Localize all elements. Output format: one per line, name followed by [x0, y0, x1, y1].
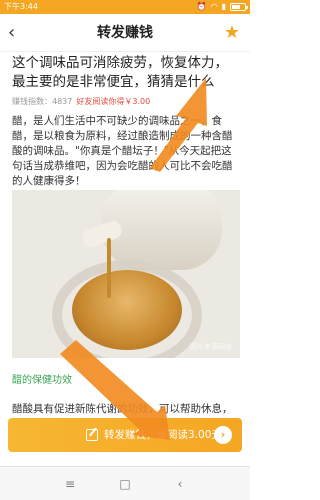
status-bar: 下午3:44 ⏰ ◠ ▮: [0, 0, 250, 14]
menu-icon[interactable]: ≡: [60, 467, 80, 500]
signal-icon: ▮: [221, 2, 226, 11]
nav-back-icon[interactable]: ‹: [170, 467, 190, 500]
article-content: 这个调味品可消除疲劳，恢复体力，最主要的是非常便宜，猜猜是什么 赚钱指数：483…: [12, 54, 240, 108]
status-icons: ⏰ ◠ ▮: [196, 0, 248, 14]
battery-icon: [230, 3, 248, 11]
reward-text: 好友阅读你得￥3.00: [76, 97, 151, 106]
article-image: 图片来源网络: [12, 190, 240, 358]
favorite-star-icon[interactable]: ★: [222, 23, 242, 43]
article-meta: 赚钱指数：4837 好友阅读你得￥3.00: [12, 96, 240, 108]
share-earn-label: 转发赚钱，每阅读3.00元: [104, 429, 222, 441]
app-header: ‹ 转发赚钱 ★: [0, 14, 250, 52]
edit-icon: [86, 429, 98, 441]
earning-index: 赚钱指数：4837: [12, 97, 73, 106]
article-intro: 醋，是人们生活中不可缺少的调味品之一，食醋，是以粮食为原料，经过酿造制成的一种含…: [12, 115, 233, 187]
wifi-icon: ◠: [210, 2, 218, 11]
home-icon[interactable]: □: [115, 467, 135, 500]
share-earn-button[interactable]: 转发赚钱，每阅读3.00元 ›: [8, 418, 242, 452]
article-intro-wrap: 醋，是人们生活中不可缺少的调味品之一，食醋，是以粮食为原料，经过酿造制成的一种含…: [12, 114, 240, 189]
page-title: 转发赚钱: [97, 25, 153, 41]
image-watermark: 图片来源网络: [190, 343, 232, 351]
alarm-icon: ⏰: [196, 2, 207, 11]
article-title: 这个调味品可消除疲劳，恢复体力，最主要的是非常便宜，猜猜是什么: [12, 55, 228, 90]
section-title: 醋的保健功效: [12, 375, 72, 386]
status-time: 下午3:44: [4, 2, 38, 11]
system-nav-bar: ≡ □ ‹: [0, 466, 250, 500]
go-arrow-icon[interactable]: ›: [214, 426, 232, 444]
